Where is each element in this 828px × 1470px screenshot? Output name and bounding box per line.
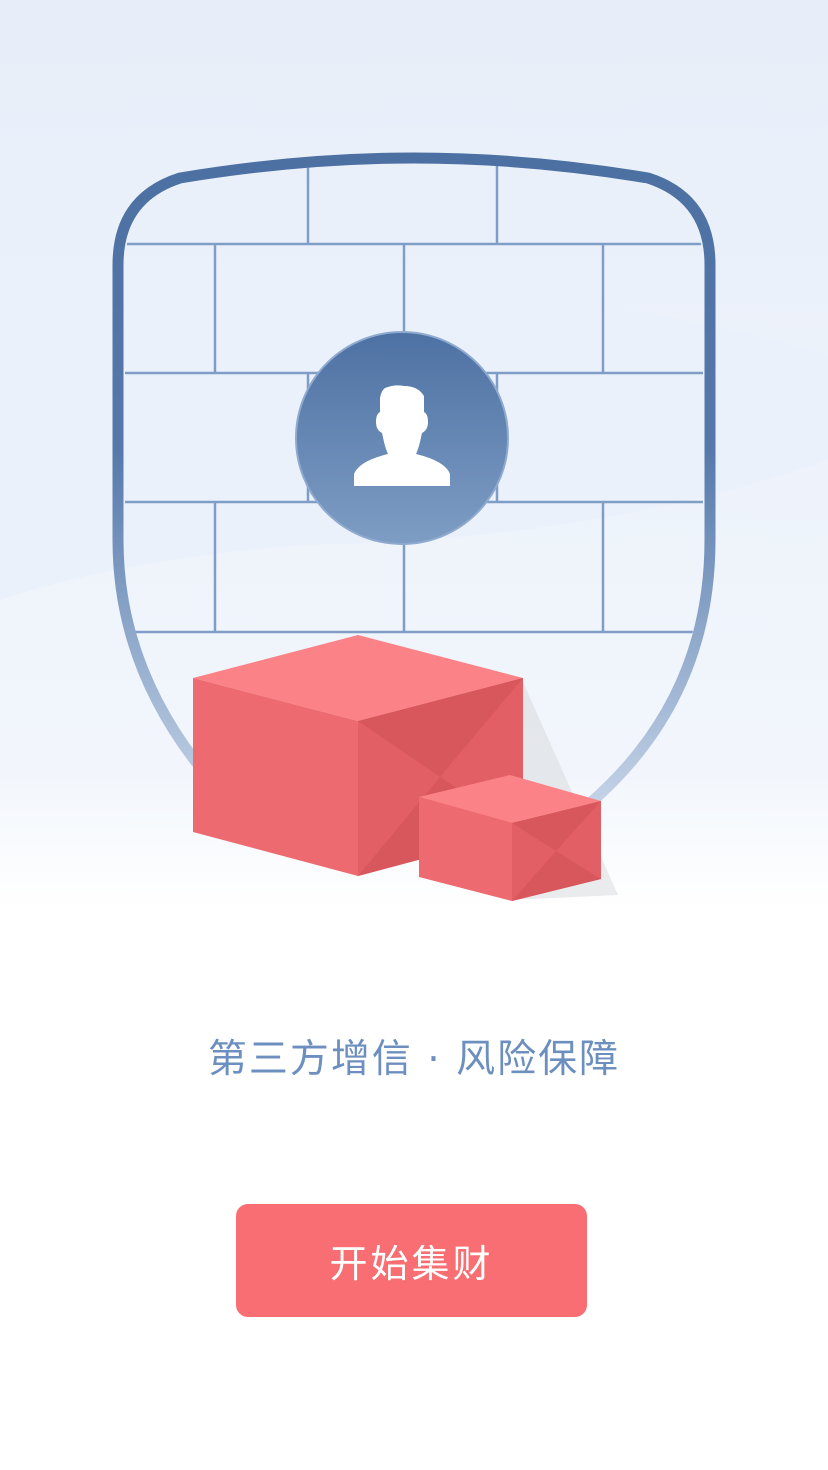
security-illustration [0,0,828,910]
start-button[interactable]: 开始集财 [236,1204,587,1317]
small-box-icon [419,775,601,901]
user-avatar-icon [295,331,509,545]
tagline-text: 第三方增信 · 风险保障 [207,1037,621,1082]
intro-screen: 第三方增信 · 风险保障 开始集财 [0,0,828,1470]
